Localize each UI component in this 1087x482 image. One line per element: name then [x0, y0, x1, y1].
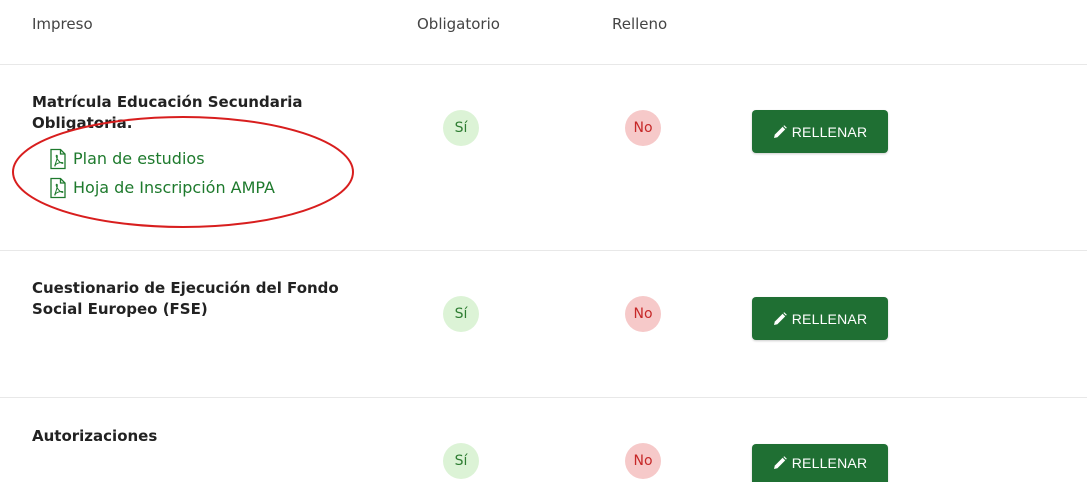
required-badge: Sí: [443, 110, 479, 146]
document-links: Plan de estudios Hoja de Inscripción AMP…: [48, 144, 275, 202]
fill-form-button-label: RELLENAR: [791, 455, 868, 471]
column-header-filled: Relleno: [612, 15, 668, 33]
form-title: Cuestionario de Ejecución del Fondo Soci…: [32, 279, 339, 318]
fill-form-button-label: RELLENAR: [791, 123, 868, 140]
document-link-label: Hoja de Inscripción AMPA: [73, 178, 275, 197]
document-link-plan-de-estudios[interactable]: Plan de estudios: [48, 144, 275, 173]
column-header-required: Obligatorio: [417, 15, 500, 33]
filled-badge: No: [625, 296, 661, 332]
required-badge: Sí: [443, 296, 479, 332]
filled-badge: No: [625, 110, 661, 146]
document-link-hoja-inscripcion-ampa[interactable]: Hoja de Inscripción AMPA: [48, 173, 275, 202]
fill-form-button[interactable]: RELLENAR: [752, 110, 888, 153]
document-link-label: Plan de estudios: [73, 149, 205, 168]
pdf-file-icon: [48, 177, 68, 199]
table-row: Autorizaciones Sí No RELLENAR: [0, 397, 1087, 482]
fill-form-button[interactable]: RELLENAR: [752, 297, 888, 340]
filled-badge: No: [625, 443, 661, 479]
pencil-icon: [773, 311, 787, 326]
table-header: Impreso Obligatorio Relleno: [0, 0, 1087, 65]
pencil-icon: [773, 456, 787, 470]
column-header-form: Impreso: [32, 15, 93, 33]
form-title: Matrícula Educación Secundaria Obligator…: [32, 93, 303, 132]
form-title: Autorizaciones: [32, 427, 158, 445]
required-badge: Sí: [443, 443, 479, 479]
table-row: Cuestionario de Ejecución del Fondo Soci…: [0, 250, 1087, 398]
pdf-file-icon: [48, 148, 68, 170]
fill-form-button-label: RELLENAR: [791, 310, 868, 327]
fill-form-button[interactable]: RELLENAR: [752, 444, 888, 482]
table-row: Matrícula Educación Secundaria Obligator…: [0, 64, 1087, 251]
pencil-icon: [773, 124, 787, 139]
